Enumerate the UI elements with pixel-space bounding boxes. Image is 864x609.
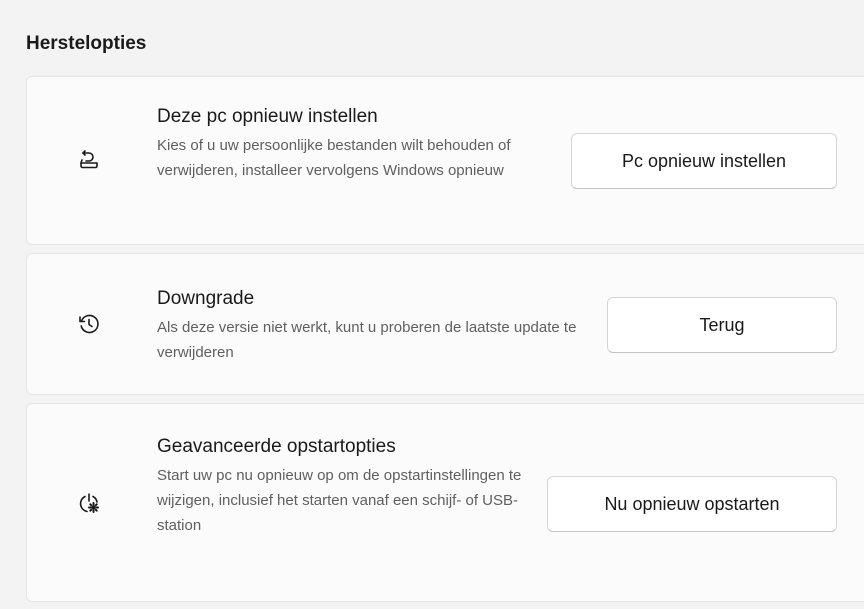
downgrade-title: Downgrade bbox=[157, 288, 255, 309]
reset-pc-description: Kies of u uw persoonlijke bestanden wilt… bbox=[157, 137, 511, 179]
advanced-startup-text: Geavanceerde opstartopties Start uw pc n… bbox=[157, 434, 577, 538]
advanced-startup-description: Start uw pc nu opnieuw op om de opstarti… bbox=[157, 467, 522, 534]
recovery-options-page: Herstelopties Deze pc opnieuw instellen … bbox=[0, 0, 864, 609]
reset-pc-title: Deze pc opnieuw instellen bbox=[157, 106, 378, 127]
section-title: Herstelopties bbox=[26, 33, 147, 54]
reset-pc-text: Deze pc opnieuw instellen Kies of u uw p… bbox=[157, 104, 577, 183]
advanced-startup-card: Geavanceerde opstartopties Start uw pc n… bbox=[26, 403, 864, 602]
reset-pc-icon bbox=[77, 147, 101, 171]
downgrade-card: Downgrade Als deze versie niet werkt, ku… bbox=[26, 253, 864, 395]
downgrade-text: Downgrade Als deze versie niet werkt, ku… bbox=[157, 286, 577, 365]
go-back-button[interactable]: Terug bbox=[607, 297, 837, 353]
reset-pc-button[interactable]: Pc opnieuw instellen bbox=[571, 133, 837, 189]
downgrade-description: Als deze versie niet werkt, kunt u probe… bbox=[157, 319, 577, 361]
advanced-startup-title: Geavanceerde opstartopties bbox=[157, 436, 396, 457]
reset-pc-card: Deze pc opnieuw instellen Kies of u uw p… bbox=[26, 76, 864, 245]
history-icon bbox=[77, 312, 101, 336]
restart-now-button[interactable]: Nu opnieuw opstarten bbox=[547, 476, 837, 532]
advanced-startup-icon bbox=[77, 491, 101, 515]
